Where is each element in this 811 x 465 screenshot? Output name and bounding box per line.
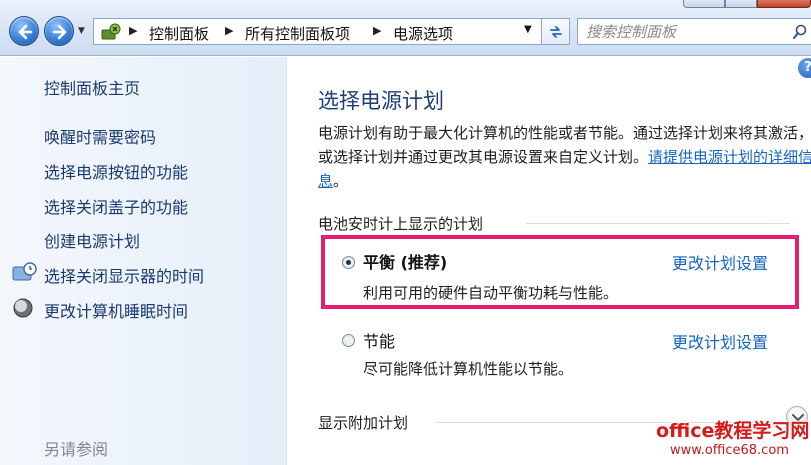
arrow-right-icon [52,24,67,40]
details-link-prefix: 请 [648,148,664,166]
sidebar-link-control-panel-home[interactable]: 控制面板主页 [44,75,140,99]
breadcrumb-separator-icon[interactable]: ▶ [225,24,233,37]
address-dropdown-icon[interactable]: ▼ [524,24,532,35]
maximize-button[interactable] [725,0,757,8]
address-toolbar: ▼ ▶ 控制面板 ▶ 所有控制面板项 ▶ 电源选项 ▼ [0,0,811,56]
battery-meter-group-label: 电池安时计上显示的计划 [318,215,484,233]
change-plan-settings-power-saver[interactable]: 更改计划设置 [672,329,768,353]
monitor-clock-icon [12,262,37,281]
refresh-button[interactable] [541,18,570,45]
show-additional-plans-label[interactable]: 显示附加计划 [318,412,408,433]
watermark-url: www.office68.com [670,443,789,458]
plan-desc-power-saver: 尽可能降低计算机性能以节能。 [363,360,574,378]
task-pane: 控制面板主页 唤醒时需要密码 选择电源按钮的功能 选择关闭盖子的功能 创建电源计… [0,57,287,465]
watermark-title: office教程学习网 [656,420,810,442]
plan-name-balanced[interactable]: 平衡 (推荐) [363,249,447,273]
see-also-heading: 另请参阅 [44,440,109,459]
sidebar-link-wakeup-password[interactable]: 唤醒时需要密码 [44,124,156,148]
breadcrumb-power-options[interactable]: 电源选项 [393,23,453,44]
arrow-left-icon [18,24,33,40]
minimize-button[interactable] [683,0,725,8]
breadcrumb-separator-icon[interactable]: ▶ [129,24,137,37]
search-input[interactable] [586,22,786,42]
refresh-icon [550,26,562,38]
search-box[interactable] [577,18,811,45]
sidebar-link-lid-close[interactable]: 选择关闭盖子的功能 [44,194,188,218]
plan-desc-balanced: 利用可用的硬件自动平衡功耗与性能。 [363,284,619,302]
close-button[interactable] [757,0,811,8]
breadcrumb-all-items[interactable]: 所有控制面板项 [245,23,350,44]
breadcrumb-control-panel[interactable]: 控制面板 [149,23,209,44]
main-content: ? 选择电源计划 电源计划有助于最大化计算机的性能或者节能。通过选择计划来将其激… [288,57,811,465]
page-title: 选择电源计划 [318,89,444,113]
plan-name-power-saver[interactable]: 节能 [363,328,395,352]
sidebar-link-create-plan[interactable]: 创建电源计划 [44,228,140,252]
page-description: 电源计划有助于最大化计算机的性能或者节能。通过选择计划来将其激活，或选择计划并通… [318,121,811,193]
radio-power-saver-plan[interactable] [342,334,355,347]
address-bar[interactable]: ▶ 控制面板 ▶ 所有控制面板项 ▶ 电源选项 [93,18,570,45]
forward-button[interactable] [44,16,74,46]
back-button[interactable] [9,16,39,46]
breadcrumb-separator-icon[interactable]: ▶ [373,24,381,37]
recent-pages-dropdown-icon[interactable]: ▼ [78,26,85,36]
group-divider [526,223,790,224]
control-panel-icon [101,23,121,40]
help-icon[interactable]: ? [798,58,811,78]
description-suffix: 。 [333,172,349,190]
sidebar-link-sleep-time[interactable]: 更改计算机睡眠时间 [44,298,188,322]
sidebar-link-power-button[interactable]: 选择电源按钮的功能 [44,159,188,183]
radio-balanced-plan[interactable] [342,256,355,269]
sleep-moon-icon [13,298,33,318]
change-plan-settings-balanced[interactable]: 更改计划设置 [672,250,768,274]
search-icon[interactable] [792,24,808,40]
sidebar-link-display-off-time[interactable]: 选择关闭显示器的时间 [44,263,204,287]
watermark: office教程学习网 www.office68.com [656,416,809,458]
